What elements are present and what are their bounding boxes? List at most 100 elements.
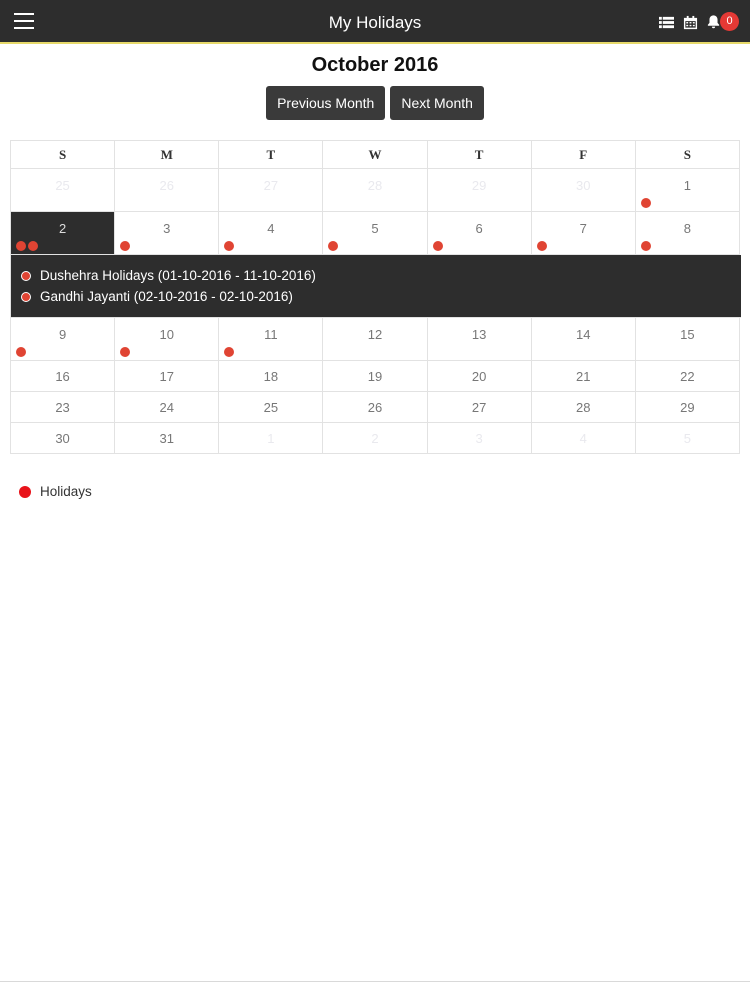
day-cell[interactable]: 31 [115,423,220,454]
weekday-sat: S [635,141,740,169]
day-cell[interactable]: 27 [219,169,324,212]
day-cell[interactable]: 14 [531,318,636,361]
day-number: 10 [159,327,174,342]
day-cell[interactable]: 10 [115,318,220,361]
day-number: 26 [159,178,174,193]
holiday-dot [224,347,235,357]
holiday-dot [120,347,131,357]
day-number: 13 [471,327,487,342]
day-number: 16 [55,369,70,384]
day-cell[interactable]: 12 [323,318,428,361]
weekday-tue: T [219,141,324,169]
day-cell[interactable]: 21 [531,361,636,392]
day-cell[interactable]: 28 [323,169,428,212]
holiday-dot [120,241,131,251]
day-cell[interactable]: 24 [115,392,220,423]
day-cell[interactable]: 23 [11,392,116,423]
day-number: 29 [471,178,487,193]
day-cell[interactable]: 19 [323,361,428,392]
day-cell[interactable]: 17 [115,361,220,392]
day-cell[interactable]: 2 [323,423,428,454]
holiday-dot [640,198,651,208]
day-number: 5 [683,431,692,446]
day-cell[interactable]: 16 [11,361,116,392]
day-number: 6 [475,221,483,236]
day-number: 18 [263,369,279,384]
previous-month-button[interactable]: Previous Month [266,86,386,120]
calendar-week: 9 10 11 12 13 14 15 [11,318,740,361]
holiday-dot [28,241,38,251]
holiday-dot [16,347,26,357]
day-cell[interactable]: 18 [219,361,324,392]
day-cell[interactable]: 6 [427,212,532,255]
day-number: 24 [159,400,174,415]
day-cell[interactable]: 9 [11,318,116,361]
day-cell[interactable]: 11 [219,318,324,361]
day-number: 27 [471,400,487,415]
event-item[interactable]: Gandhi Jayanti (02-10-2016 - 02-10-2016) [21,286,731,307]
holiday-dot [536,241,547,251]
day-number: 23 [55,400,70,415]
event-label: Dushehra Holidays (01-10-2016 - 11-10-20… [40,268,316,283]
day-cell[interactable]: 30 [11,423,116,454]
bottom-divider [0,981,750,982]
day-number: 14 [576,327,591,342]
day-number: 11 [264,327,278,342]
day-cell[interactable]: 26 [115,169,220,212]
month-title: October 2016 [311,54,439,76]
day-cell[interactable]: 27 [427,392,532,423]
day-number: 5 [371,221,379,236]
day-number: 2 [371,431,379,446]
day-cell[interactable]: 8 [635,212,740,255]
calendar-week: 23 24 25 26 27 28 29 [11,392,740,423]
day-number: 20 [471,369,487,384]
day-cell[interactable]: 30 [531,169,636,212]
day-number: 1 [683,178,692,193]
day-number: 1 [267,431,275,446]
calendar-week: 2 3 4 5 6 7 8 [11,212,740,255]
list-view-icon[interactable] [658,14,674,30]
page-title: My Holidays [328,13,422,32]
day-cell[interactable]: 28 [531,392,636,423]
day-cell[interactable]: 4 [531,423,636,454]
day-cell[interactable]: 20 [427,361,532,392]
weekday-mon: M [115,141,220,169]
day-cell[interactable]: 25 [11,169,116,212]
day-number: 25 [263,400,279,415]
day-number: 22 [680,369,695,384]
day-cell-selected[interactable]: 2 [11,212,116,255]
day-cell[interactable]: 7 [531,212,636,255]
notifications-button[interactable]: 0 [706,12,740,32]
day-cell[interactable]: 29 [635,392,740,423]
day-number: 17 [159,369,174,384]
calendar-week: 25 26 27 28 29 30 1 [11,169,740,212]
day-number: 12 [367,327,383,342]
day-cell[interactable]: 29 [427,169,532,212]
day-cell[interactable]: 1 [219,423,324,454]
day-number: 19 [367,369,383,384]
day-cell[interactable]: 26 [323,392,428,423]
event-item[interactable]: Dushehra Holidays (01-10-2016 - 11-10-20… [21,265,731,286]
calendar-icon[interactable] [682,14,698,30]
day-cell[interactable]: 5 [323,212,428,255]
bell-icon [707,15,720,29]
day-number: 3 [475,431,483,446]
day-cell[interactable]: 4 [219,212,324,255]
day-cell[interactable]: 15 [635,318,740,361]
weekday-sun: S [11,141,116,169]
calendar-week: 16 17 18 19 20 21 22 [11,361,740,392]
day-number: 25 [55,178,70,193]
holiday-dot [21,291,31,302]
selected-day-events: Dushehra Holidays (01-10-2016 - 11-10-20… [11,255,741,318]
day-cell[interactable]: 3 [115,212,220,255]
day-number: 21 [576,369,591,384]
next-month-button[interactable]: Next Month [390,86,484,120]
day-cell[interactable]: 25 [219,392,324,423]
day-cell[interactable]: 5 [635,423,740,454]
day-cell[interactable]: 1 [635,169,740,212]
day-cell[interactable]: 3 [427,423,532,454]
day-cell[interactable]: 13 [427,318,532,361]
day-cell[interactable]: 22 [635,361,740,392]
legend-dot-icon [19,485,31,498]
day-number: 2 [58,221,67,236]
